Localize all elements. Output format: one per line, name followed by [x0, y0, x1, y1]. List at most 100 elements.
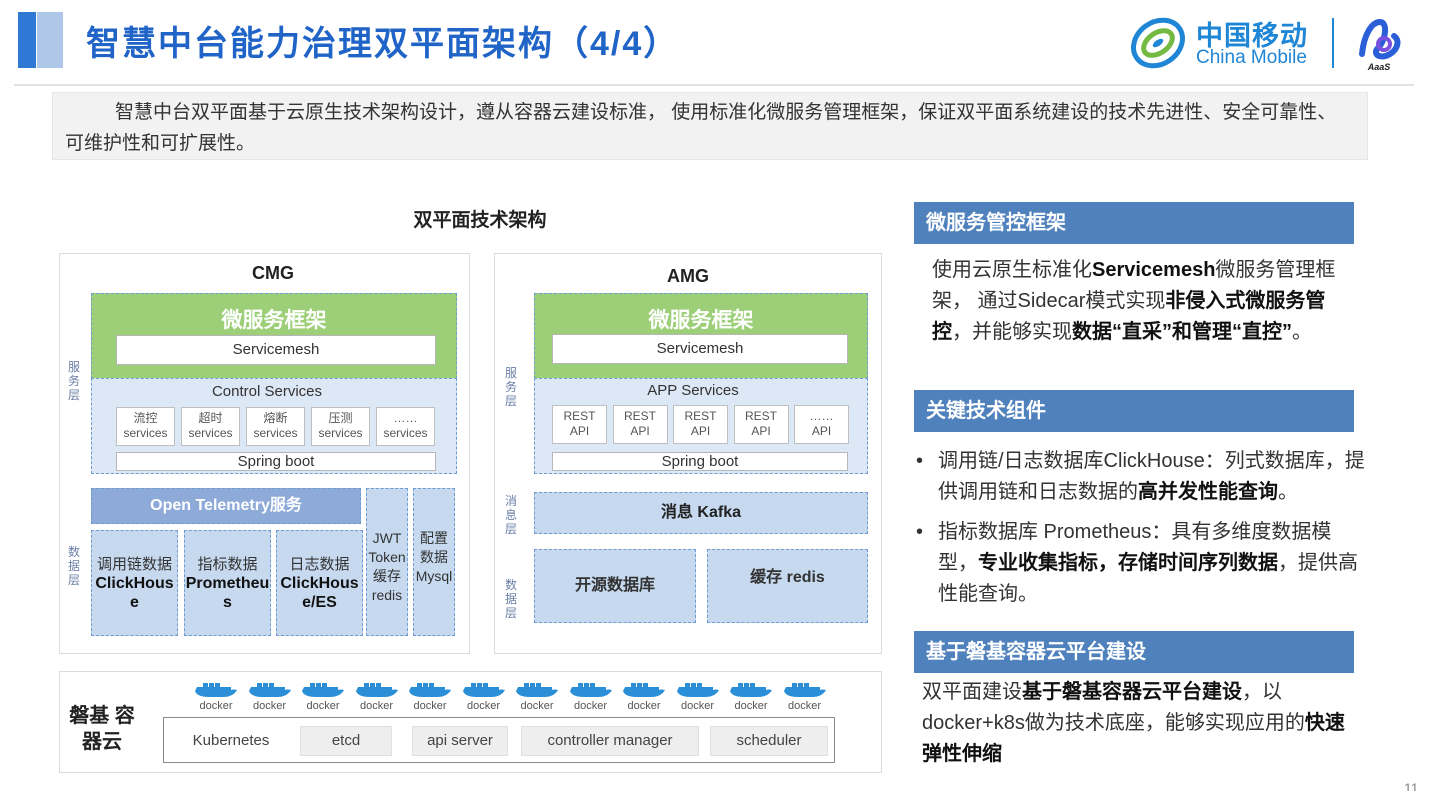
title-accent-shadow [37, 12, 63, 68]
rest-api-kind: REST [684, 409, 717, 423]
section3-text: 双平面建设基于磐基容器云平台建设，以docker+k8s做为技术底座，能够实现应… [922, 677, 1352, 770]
data-store-label: 调用链数据 [96, 556, 172, 573]
control-service-type: services [253, 426, 298, 440]
docker-label: docker [359, 700, 394, 712]
bullet-dot: • [916, 450, 924, 472]
rest-api-box: REST API [612, 405, 668, 444]
control-service-box: …… services [376, 407, 435, 446]
docker-whale-icon [302, 683, 344, 697]
docker-whale-icon [409, 683, 451, 697]
docker-whale-icon [195, 683, 237, 697]
rest-api-label: API [690, 424, 711, 438]
section2-text: • 调用链/日志数据库ClickHouse：列式数据库，提供调用链和日志数据的高… [916, 446, 1370, 610]
docker-whale-icon [783, 683, 826, 697]
aaas-label: AaaS [1367, 62, 1391, 72]
docker-item: docker [245, 682, 295, 712]
data-store-name: Prometheus [185, 575, 270, 611]
data-store-label: 指标数据 [197, 556, 258, 573]
docker-label: docker [573, 700, 608, 712]
rest-api-box: REST API [673, 405, 728, 444]
amg-microservice-title: 微服务框架 [648, 309, 754, 332]
rest-api-kind: …… [809, 409, 834, 423]
amg-side-msg: 消息层 [504, 494, 517, 536]
control-service-name: 超时 [198, 411, 223, 425]
otel-service: Open Telemetry服务 [91, 488, 361, 524]
cmg-side-data: 数据层 [67, 545, 80, 587]
k8s-component: controller manager [521, 726, 699, 756]
control-service-type: services [383, 426, 428, 440]
control-service-name: 熔断 [263, 411, 288, 425]
amg-side-data: 数据层 [504, 578, 517, 620]
page-number: 11 [1404, 780, 1419, 791]
s3-p1: 双平面建设 [922, 681, 1022, 703]
docker-item: docker [352, 682, 402, 712]
amg-side-service: 服务层 [504, 366, 517, 408]
s1-p4: 。 [1292, 321, 1312, 343]
docker-whale-icon [676, 683, 719, 697]
diagram-title: 双平面技术架构 [413, 210, 547, 231]
b2b: 专业收集指标，存储时间序列数据 [978, 552, 1278, 574]
kafka-box: 消息 Kafka [534, 492, 868, 534]
data-store-name: ClickHouse [95, 575, 174, 611]
docker-whale-icon [623, 683, 665, 697]
s1-p3: ，并能够实现 [952, 321, 1072, 343]
docker-item: docker [673, 682, 723, 712]
control-service-type: services [318, 426, 363, 440]
amg-servicemesh: Servicemesh [552, 334, 848, 364]
intro-paragraph: 智慧中台双平面基于云原生技术架构设计，遵从容器云建设标准， 使用标准化微服务管理… [52, 92, 1368, 160]
data-store-name: ClickHouse/ES [280, 575, 359, 611]
docker-item: docker [405, 682, 455, 712]
docker-item: docker [566, 682, 616, 712]
b1b: 高并发性能查询 [1138, 481, 1278, 503]
docker-label: docker [199, 700, 233, 712]
control-service-name: …… [393, 411, 418, 425]
docker-item: docker [191, 682, 241, 712]
docker-whale-icon [516, 683, 558, 697]
s1-p3b: 数据“直采”和管理“直控” [1072, 321, 1292, 343]
k8s-component: Kubernetes [180, 726, 282, 756]
control-service-box: 压测 services [311, 407, 370, 446]
docker-label: docker [520, 700, 554, 712]
docker-whale-icon [248, 683, 291, 697]
rest-api-kind: REST [563, 409, 596, 423]
cmg-servicemesh: Servicemesh [116, 335, 436, 365]
docker-label: docker [787, 700, 822, 712]
docker-item: docker [619, 682, 669, 712]
control-service-type: services [123, 426, 168, 440]
b1c: 。 [1278, 481, 1298, 503]
bullet-prometheus: • 指标数据库 Prometheus：具有多维度数据模型，专业收集指标，存储时间… [916, 517, 1370, 610]
bullet-clickhouse: • 调用链/日志数据库ClickHouse：列式数据库，提供调用链和日志数据的高… [916, 446, 1370, 508]
aaas-logo-icon: AaaS [1359, 18, 1401, 72]
config-mysql: 配置 数据 Mysql [413, 488, 455, 636]
base-cloud-label: 磐基 容器云 [69, 705, 135, 753]
control-service-name: 压测 [328, 411, 353, 425]
rest-api-label: API [630, 424, 650, 438]
amg-app-services-label: APP Services [647, 382, 739, 399]
docker-item: docker [298, 682, 348, 712]
s1-p1b: Servicemesh [1092, 259, 1216, 281]
config-mysql-text: 配置 数据 Mysql [415, 530, 453, 584]
data-store-label: 日志数据 [289, 556, 350, 573]
header-divider [14, 84, 1414, 86]
k8s-component: scheduler [710, 726, 828, 756]
control-service-box: 流控 services [116, 407, 175, 446]
docker-whale-icon [462, 683, 505, 697]
heading-microservice-control: 微服务管控框架 [914, 202, 1354, 244]
docker-label: docker [413, 700, 447, 712]
amg-cache-redis-text: 缓存 redis [750, 569, 825, 586]
amg-label: AMG [667, 266, 709, 286]
rest-api-kind: REST [744, 409, 777, 423]
china-mobile-logo-icon [1131, 17, 1185, 69]
heading-key-components: 关键技术组件 [914, 390, 1354, 432]
docker-label: docker [252, 700, 287, 712]
cmg-microservice-title: 微服务框架 [221, 309, 327, 332]
rest-api-box: …… API [794, 405, 849, 444]
rest-api-kind: REST [623, 409, 656, 423]
docker-item: docker [512, 682, 562, 712]
docker-item: docker [459, 682, 509, 712]
china-mobile-en-name: China Mobile [1196, 47, 1307, 68]
data-store-box: 调用链数据 ClickHouse [91, 530, 178, 636]
docker-label: docker [680, 700, 715, 712]
docker-whale-icon [730, 683, 772, 697]
k8s-component: etcd [300, 726, 392, 756]
